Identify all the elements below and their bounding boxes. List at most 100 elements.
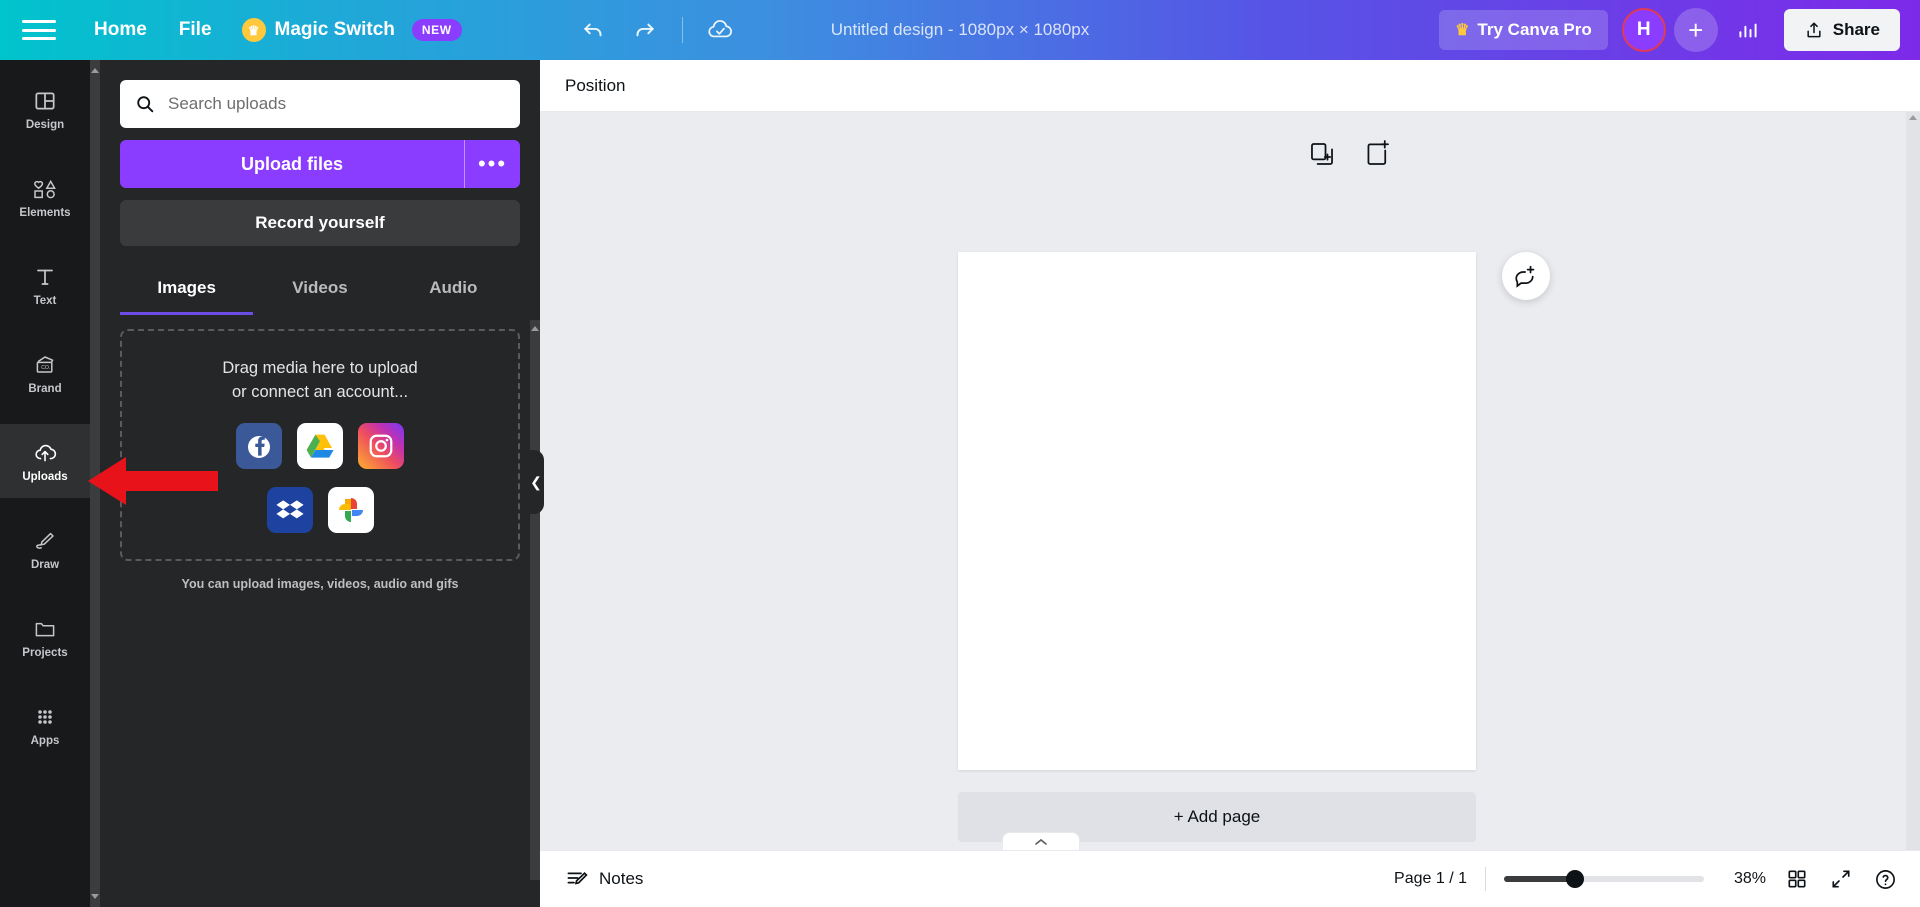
- new-badge: NEW: [411, 19, 462, 41]
- chevron-up-icon: [1035, 838, 1047, 845]
- zoom-slider[interactable]: [1504, 870, 1704, 888]
- position-button[interactable]: Position: [565, 76, 625, 96]
- left-rail: Design Elements Text CO. Brand Uploads D…: [0, 60, 90, 907]
- tab-audio[interactable]: Audio: [387, 266, 520, 315]
- sidebar-item-elements[interactable]: Elements: [0, 160, 90, 234]
- share-label: Share: [1832, 20, 1880, 39]
- help-button[interactable]: [1872, 866, 1898, 892]
- sidebar-item-text[interactable]: Text: [0, 248, 90, 322]
- editor-area: Position + Add page: [540, 60, 1920, 907]
- shapes-icon: [34, 179, 56, 198]
- upload-cloud-icon: [35, 444, 57, 461]
- sidebar-item-label: Projects: [22, 646, 68, 659]
- sidebar-item-label: Brand: [28, 382, 62, 395]
- share-button[interactable]: Share: [1783, 9, 1900, 51]
- page-indicator[interactable]: Page 1 / 1: [1394, 870, 1467, 888]
- bottom-bar-right: Page 1 / 1 38%: [1394, 866, 1920, 892]
- chevron-up-icon: [1909, 115, 1917, 120]
- instagram-icon[interactable]: [358, 422, 404, 469]
- apps-grid-icon: [38, 709, 52, 724]
- connect-accounts-row-2: [266, 486, 374, 533]
- fullscreen-button[interactable]: [1828, 866, 1854, 892]
- search-uploads-field[interactable]: [120, 80, 520, 128]
- crown-icon: ♛: [241, 18, 266, 42]
- menu-file[interactable]: File: [163, 11, 228, 49]
- notes-button[interactable]: Notes: [565, 867, 643, 891]
- avatar[interactable]: H: [1621, 8, 1666, 52]
- upload-hint-text: You can upload images, videos, audio and…: [181, 577, 459, 591]
- canvas-viewport[interactable]: + Add page: [540, 112, 1920, 907]
- collapse-panel-button[interactable]: ❮: [528, 450, 544, 514]
- try-canva-pro-button[interactable]: ♛ Try Canva Pro: [1439, 10, 1608, 50]
- sidebar-item-brand[interactable]: CO. Brand: [0, 336, 90, 410]
- page-tools: [1308, 140, 1392, 168]
- facebook-icon[interactable]: [236, 422, 282, 469]
- record-yourself-button[interactable]: Record yourself: [120, 200, 520, 246]
- add-comment-button[interactable]: [1502, 252, 1550, 300]
- cloud-check-icon[interactable]: [699, 8, 743, 52]
- sidebar-item-label: Uploads: [22, 470, 68, 483]
- media-dropzone[interactable]: Drag media here to upload or connect an …: [120, 329, 520, 561]
- hamburger-icon[interactable]: [22, 18, 56, 42]
- share-upload-icon: [1807, 22, 1821, 38]
- notes-label: Notes: [599, 869, 644, 888]
- menu-home[interactable]: Home: [78, 11, 163, 49]
- sidebar-item-uploads[interactable]: Uploads: [0, 424, 90, 498]
- expand-timeline-button[interactable]: [1002, 832, 1080, 850]
- panel-scrollbar[interactable]: [530, 320, 540, 880]
- expand-fullscreen-icon: [1832, 870, 1850, 888]
- chevron-down-icon: [91, 894, 99, 899]
- upload-files-button[interactable]: Upload files: [120, 140, 464, 188]
- sidebar-item-label: Elements: [19, 206, 71, 219]
- dropbox-icon[interactable]: [266, 486, 313, 533]
- chevron-up-icon: [91, 68, 99, 73]
- bottom-status-bar: Notes Page 1 / 1 38%: [540, 850, 1920, 907]
- history-controls: [572, 8, 743, 52]
- tab-images[interactable]: Images: [120, 266, 254, 315]
- upload-more-options-button[interactable]: •••: [464, 140, 520, 188]
- top-bar: Home File ♛ Magic Switch NEW Untitled de…: [0, 0, 1920, 60]
- notes-edit-icon: [567, 872, 588, 885]
- google-drive-icon[interactable]: [297, 422, 343, 469]
- dropzone-line-1: Drag media here to upload: [222, 359, 418, 378]
- search-icon: [137, 96, 154, 113]
- design-layout-icon: [35, 92, 55, 109]
- google-photos-icon[interactable]: [327, 486, 374, 533]
- dropzone-line-2: or connect an account...: [231, 383, 409, 401]
- add-comment-icon: [1515, 265, 1535, 288]
- zoom-slider-fill: [1504, 876, 1574, 882]
- sidebar-item-design[interactable]: Design: [0, 72, 90, 146]
- duplicate-page-icon[interactable]: [1308, 140, 1336, 168]
- add-collaborator-button[interactable]: +: [1673, 8, 1718, 52]
- magic-switch-label: Magic Switch: [274, 19, 395, 40]
- add-page-icon[interactable]: [1364, 140, 1392, 168]
- menu-magic-switch[interactable]: ♛ Magic Switch NEW: [228, 10, 476, 50]
- sidebar-item-label: Apps: [30, 734, 60, 747]
- undo-icon[interactable]: [572, 8, 616, 52]
- bar-chart-icon[interactable]: [1726, 8, 1770, 52]
- toolbar: Position: [540, 60, 1920, 112]
- grid-view-button[interactable]: [1784, 866, 1810, 892]
- brand-kit-icon: CO.: [36, 355, 54, 373]
- search-input[interactable]: [168, 94, 506, 114]
- text-t-icon: [37, 269, 53, 285]
- avatar-initial: H: [1621, 8, 1666, 52]
- help-question-icon: [1875, 869, 1895, 889]
- sidebar-item-apps[interactable]: Apps: [0, 688, 90, 762]
- canvas-vertical-scrollbar[interactable]: [1906, 112, 1920, 893]
- annotation-arrow-icon: [88, 457, 218, 505]
- media-type-tabs: Images Videos Audio: [120, 266, 520, 315]
- sidebar-item-label: Design: [25, 118, 65, 131]
- redo-icon[interactable]: [622, 8, 666, 52]
- sidebar-item-projects[interactable]: Projects: [0, 600, 90, 674]
- design-page[interactable]: [958, 252, 1476, 770]
- sidebar-item-label: Text: [33, 294, 57, 307]
- tab-videos[interactable]: Videos: [253, 266, 386, 315]
- zoom-slider-knob[interactable]: [1566, 870, 1584, 888]
- top-bar-right: ♛ Try Canva Pro H + Share: [1439, 8, 1920, 52]
- svg-text:CO.: CO.: [41, 365, 50, 371]
- connect-accounts-row-1: [236, 422, 404, 469]
- sidebar-item-draw[interactable]: Draw: [0, 512, 90, 586]
- crown-icon: ♛: [1455, 22, 1470, 39]
- zoom-level[interactable]: 38%: [1722, 870, 1766, 888]
